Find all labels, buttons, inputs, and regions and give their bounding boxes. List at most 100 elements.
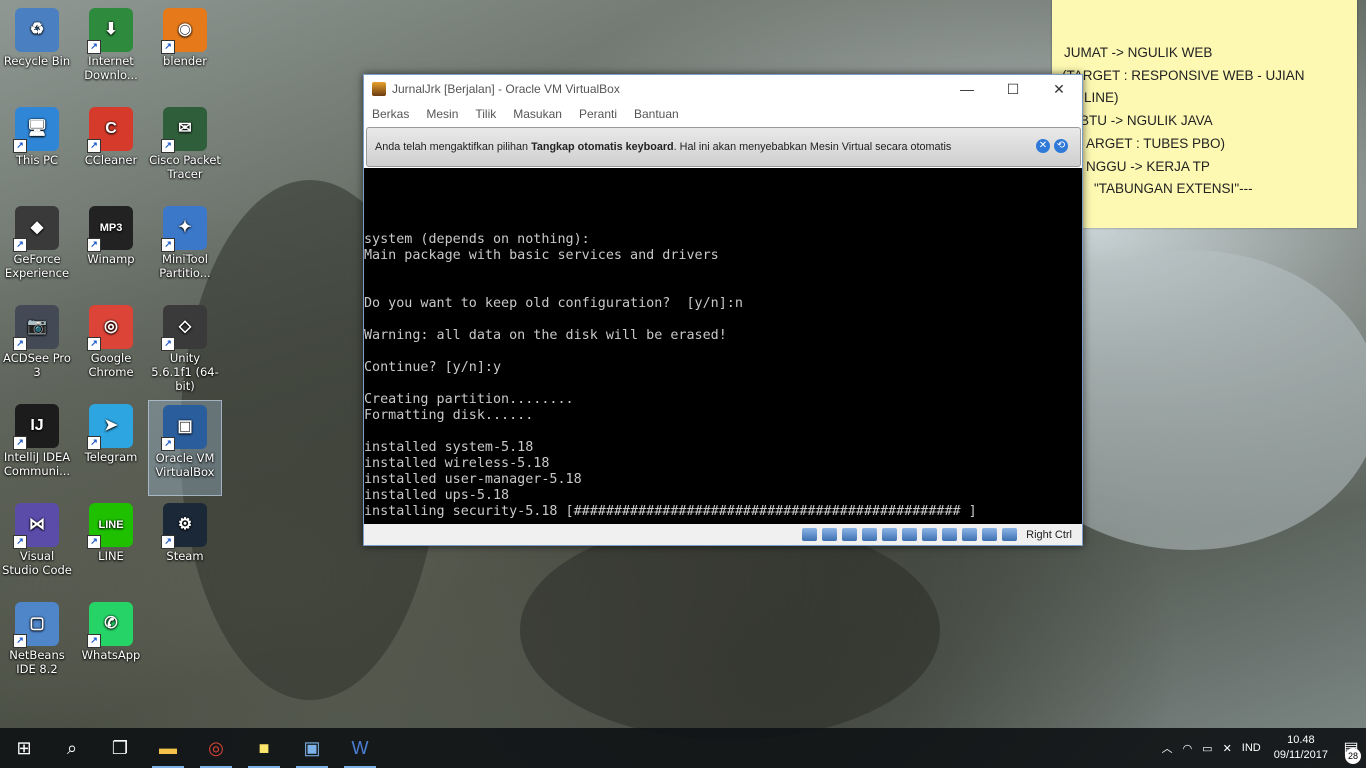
desktop-icon-label: WhatsApp — [81, 648, 141, 662]
desktop-icon-label: This PC — [15, 153, 59, 167]
task-view-icon[interactable]: ❐ — [96, 728, 144, 768]
sticky-line: BTU -> NGULIK JAVA — [1080, 113, 1213, 129]
menu-mesin[interactable]: Mesin — [426, 107, 458, 121]
chrome-icon[interactable]: ◎ — [192, 728, 240, 768]
menu-bantuan[interactable]: Bantuan — [634, 107, 679, 121]
desktop-icon-label: Internet Downlo... — [84, 54, 138, 82]
word-icon[interactable]: W — [336, 728, 384, 768]
desktop-icon[interactable]: ⋈ ↗ Visual Studio Code — [0, 499, 74, 595]
desktop-icon-label: Telegram — [84, 450, 138, 464]
file-explorer-icon[interactable]: ▬ — [144, 728, 192, 768]
shortcut-arrow-icon: ↗ — [87, 40, 101, 54]
winamp-icon: MP3 ↗ — [87, 206, 133, 252]
acdsee-icon: 📷 ↗ — [13, 305, 59, 351]
desktop-icon[interactable]: ◎ ↗ Google Chrome — [74, 301, 148, 397]
action-center-icon[interactable]: ▤28 — [1336, 738, 1366, 764]
chrome-icon: ◎ ↗ — [87, 305, 133, 351]
desktop-icon-label: LINE — [98, 549, 124, 563]
optical-drive-icon[interactable] — [822, 528, 838, 541]
sticky-line: NGGU -> KERJA TP — [1086, 158, 1210, 174]
vm-console[interactable]: system (depends on nothing): Main package… — [364, 168, 1082, 524]
desktop-icon[interactable]: ◉ ↗ blender — [148, 4, 222, 100]
desktop-icon-label: Google Chrome — [88, 351, 134, 379]
desktop-icon[interactable]: IJ ↗ IntelliJ IDEA Communi... — [0, 400, 74, 496]
maximize-button[interactable]: ☐ — [990, 75, 1036, 103]
menu-masukan[interactable]: Masukan — [513, 107, 562, 121]
start-button[interactable]: ⊞ — [0, 728, 48, 768]
menu-peranti[interactable]: Peranti — [579, 107, 617, 121]
close-button[interactable]: ✕ — [1036, 75, 1082, 103]
shortcut-arrow-icon: ↗ — [161, 337, 175, 351]
shortcut-arrow-icon: ↗ — [161, 437, 175, 451]
shared-folders-icon[interactable] — [902, 528, 918, 541]
desktop-icon[interactable]: ♻ Recycle Bin — [0, 4, 74, 100]
sticky-line: JUMAT -> NGULIK WEB — [1064, 45, 1213, 60]
cisco-packet-tracer-icon: ✉ ↗ — [161, 107, 207, 153]
minitool-partition-icon: ✦ ↗ — [161, 206, 207, 252]
wifi-icon[interactable]: ◠ — [1183, 742, 1193, 755]
clock[interactable]: 10.48 09/11/2017 — [1274, 733, 1328, 763]
volume-muted-icon[interactable]: ✕ — [1223, 742, 1232, 755]
network-icon[interactable]: ▭ — [1202, 742, 1212, 755]
intellij-icon: IJ ↗ — [13, 404, 59, 450]
console-line: installed ups-5.18 — [364, 488, 510, 503]
desktop-icon-label: Winamp — [87, 252, 135, 266]
mute-notice-icon[interactable]: ⟲ — [1054, 139, 1068, 153]
display-icon[interactable] — [922, 528, 938, 541]
desktop-icon[interactable]: ⬇ ↗ Internet Downlo... — [74, 4, 148, 100]
desktop-icon[interactable]: LINE ↗ LINE — [74, 499, 148, 595]
desktop-icon[interactable]: ➤ ↗ Telegram — [74, 400, 148, 496]
desktop-icon-label: IntelliJ IDEA Communi... — [3, 450, 71, 478]
sticky-line: (TARGET : RESPONSIVE WEB - UJIAN — [1062, 67, 1305, 83]
virtualbox-window[interactable]: JurnalJrk [Berjalan] - Oracle VM Virtual… — [363, 74, 1083, 546]
console-line: installing security-5.18 [##############… — [364, 504, 977, 519]
usb-icon[interactable] — [882, 528, 898, 541]
minimize-button[interactable]: — — [944, 75, 990, 103]
desktop-icon[interactable]: 🖥 ↗ This PC — [0, 103, 74, 199]
desktop-icon[interactable]: C ↗ CCleaner — [74, 103, 148, 199]
shortcut-arrow-icon: ↗ — [161, 238, 175, 252]
chevron-up-icon[interactable]: ︿ — [1162, 740, 1173, 756]
window-titlebar[interactable]: JurnalJrk [Berjalan] - Oracle VM Virtual… — [364, 75, 1082, 103]
desktop-icon[interactable]: ▣ ↗ Oracle VM VirtualBox — [148, 400, 222, 496]
desktop-icon[interactable]: MP3 ↗ Winamp — [74, 202, 148, 298]
menu-tilik[interactable]: Tilik — [475, 107, 496, 121]
mouse-integration-icon[interactable] — [982, 528, 998, 541]
desktop-icon[interactable]: ✦ ↗ MiniTool Partitio... — [148, 202, 222, 298]
desktop-icon[interactable]: 📷 ↗ ACDSee Pro 3 — [0, 301, 74, 397]
audio-icon[interactable] — [842, 528, 858, 541]
video-capture-icon[interactable] — [942, 528, 958, 541]
ccleaner-icon: C ↗ — [87, 107, 133, 153]
network-icon[interactable] — [862, 528, 878, 541]
geforce-experience-icon: ◆ ↗ — [13, 206, 59, 252]
desktop-icon[interactable]: ◇ ↗ Unity 5.6.1f1 (64-bit) — [148, 301, 222, 397]
language-indicator[interactable]: IND — [1242, 742, 1261, 754]
close-notice-icon[interactable]: ✕ — [1036, 139, 1050, 153]
console-line: Main package with basic services and dri… — [364, 248, 719, 263]
keyboard-capture-notice: Anda telah mengaktifkan pilihan Tangkap … — [366, 127, 1081, 167]
sticky-note[interactable]: JUMAT -> NGULIK WEB (TARGET : RESPONSIVE… — [1052, 0, 1357, 228]
desktop-icon-label: Cisco Packet Tracer — [149, 153, 221, 181]
desktop-icon-label: NetBeans IDE 8.2 — [9, 648, 65, 676]
search-icon[interactable]: ⌕ — [48, 728, 96, 768]
desktop-icon-label: blender — [163, 54, 207, 68]
virtualbox-icon[interactable]: ▣ — [288, 728, 336, 768]
telegram-icon: ➤ ↗ — [87, 404, 133, 450]
desktop-icon[interactable]: ✉ ↗ Cisco Packet Tracer — [148, 103, 222, 199]
notice-text-bold: Tangkap otomatis keyboard — [531, 141, 674, 153]
hard-disk-icon[interactable] — [802, 528, 818, 541]
line-icon: LINE ↗ — [87, 503, 133, 549]
desktop-icon[interactable]: ◆ ↗ GeForce Experience — [0, 202, 74, 298]
shortcut-arrow-icon: ↗ — [13, 337, 27, 351]
menu-berkas[interactable]: Berkas — [372, 107, 409, 121]
desktop-icon[interactable]: ▢ ↗ NetBeans IDE 8.2 — [0, 598, 74, 694]
sticky-notes-icon[interactable]: ■ — [240, 728, 288, 768]
desktop-icon[interactable]: ✆ ↗ WhatsApp — [74, 598, 148, 694]
console-line: Creating partition........ — [364, 392, 574, 407]
desktop-icon[interactable]: ⚙ ↗ Steam — [148, 499, 222, 595]
